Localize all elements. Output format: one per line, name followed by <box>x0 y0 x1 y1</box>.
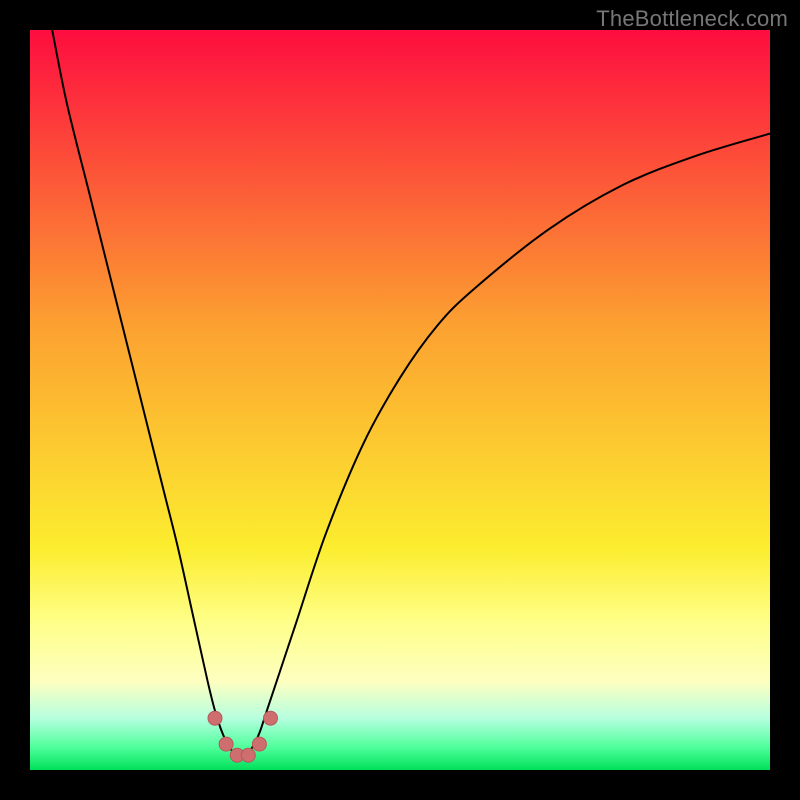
plot-area <box>30 30 770 770</box>
watermark-text: TheBottleneck.com <box>596 6 788 32</box>
highlight-marker <box>219 737 233 751</box>
highlight-marker <box>208 711 222 725</box>
plot-svg <box>30 30 770 770</box>
highlight-marker <box>264 711 278 725</box>
highlight-marker <box>241 748 255 762</box>
highlight-marker <box>252 737 266 751</box>
chart-container: TheBottleneck.com <box>0 0 800 800</box>
